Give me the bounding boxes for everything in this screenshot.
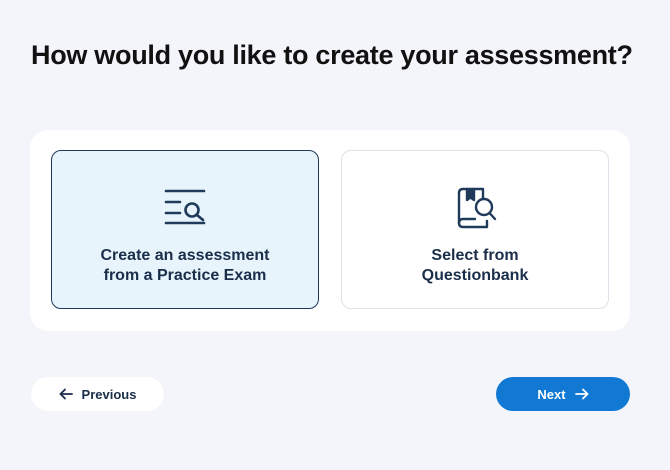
options-panel: Create an assessment from a Practice Exa… xyxy=(30,130,630,331)
practice-exam-label-line-1: Create an assessment xyxy=(100,247,270,264)
questionbank-label-line-1: Select from xyxy=(431,247,519,264)
questionbank-label-line-2: Questionbank xyxy=(421,267,529,284)
practice-exam-label-line-2: from a Practice Exam xyxy=(103,267,267,284)
questionbank-option-card[interactable]: Select from Questionbank xyxy=(341,150,609,309)
arrow-left-icon xyxy=(59,388,73,400)
next-button[interactable]: Next xyxy=(496,377,630,411)
practice-exam-option-card[interactable]: Create an assessment from a Practice Exa… xyxy=(51,150,319,309)
arrow-right-icon xyxy=(574,388,588,400)
practice-exam-option-label: Create an assessment from a Practice Exa… xyxy=(65,246,305,286)
previous-button-label: Previous xyxy=(81,386,137,402)
next-button-label: Next xyxy=(537,386,566,402)
page-title: How would you like to create your assess… xyxy=(31,40,633,70)
questionbank-option-label: Select from Questionbank xyxy=(355,246,595,286)
previous-button[interactable]: Previous xyxy=(31,377,164,411)
list-search-icon xyxy=(164,189,206,225)
book-search-icon xyxy=(457,187,497,229)
